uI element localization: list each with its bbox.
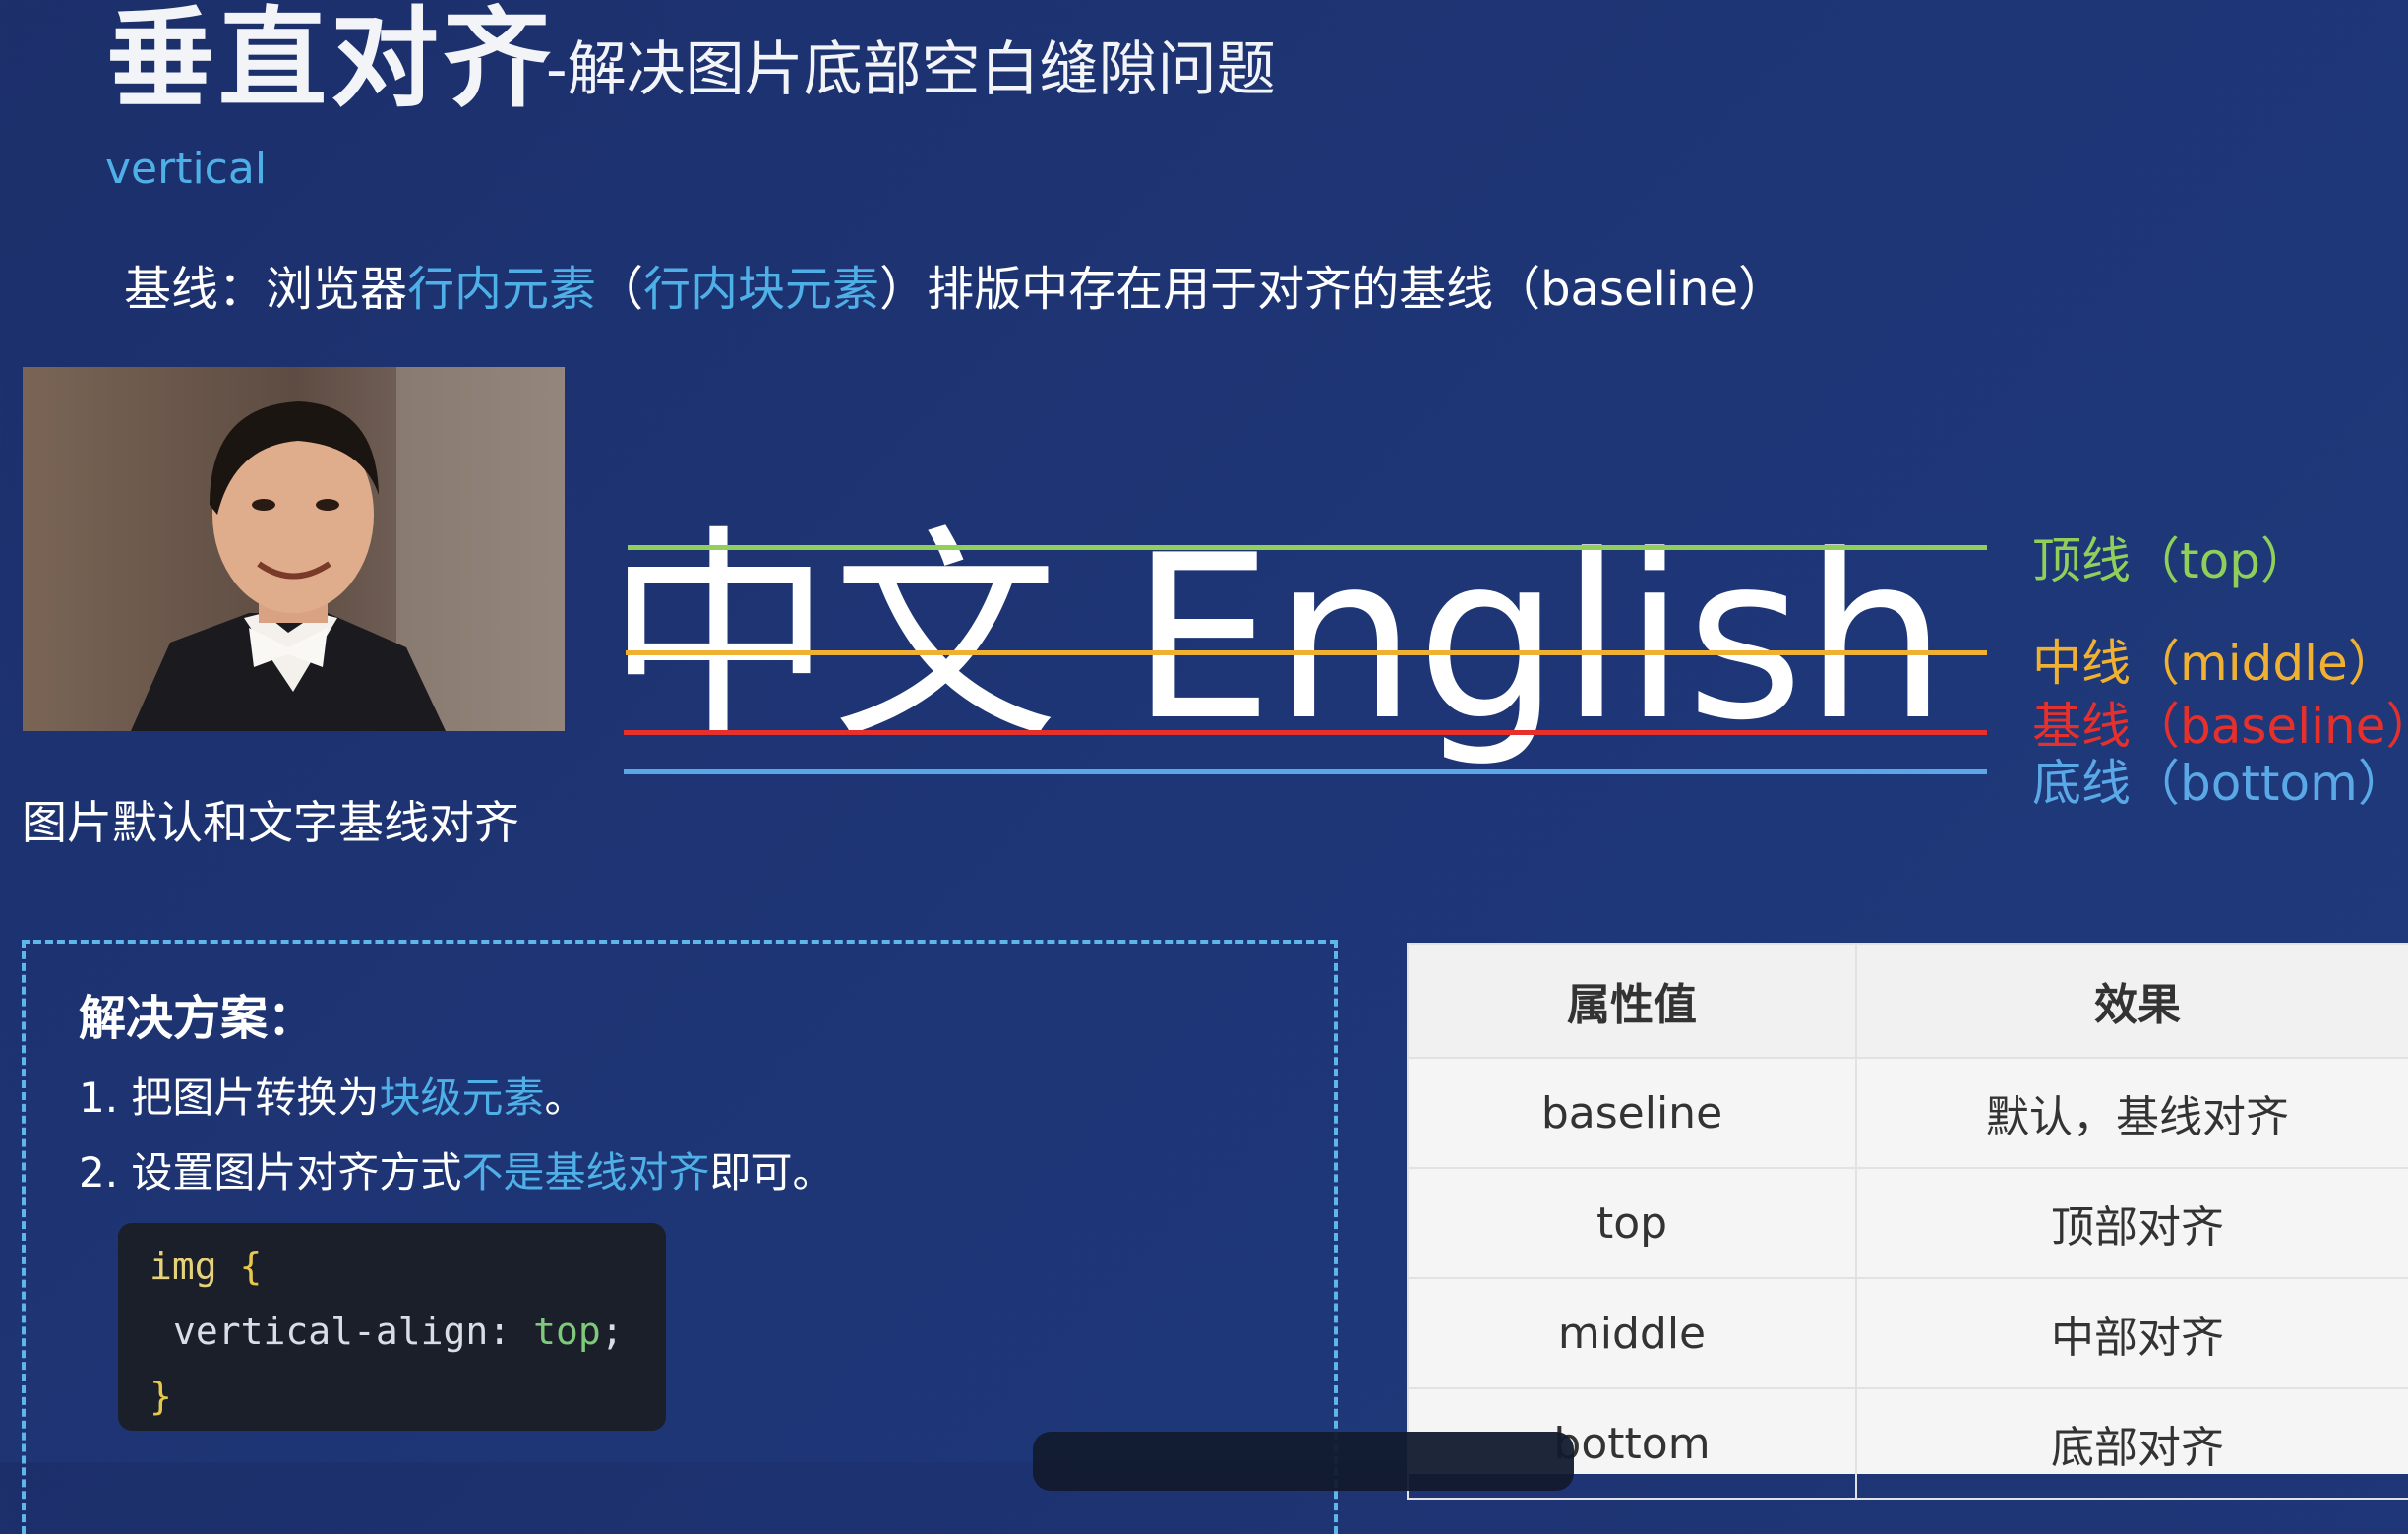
code-line-1: img { <box>150 1233 262 1300</box>
table-row: middle 中部对齐 <box>1407 1277 2408 1389</box>
step1-prefix: 1. 把图片转换为 <box>79 1074 380 1122</box>
baseline-definition: 基线：浏览器行内元素（行内块元素）排版中存在用于对齐的基线（baseline） <box>124 250 1785 319</box>
paren-open: （ <box>596 262 644 317</box>
property-name: vertical <box>105 144 268 194</box>
code-colon: : <box>488 1310 512 1353</box>
cell-effect: 中部对齐 <box>1855 1277 2408 1389</box>
baseline-line <box>624 730 1987 735</box>
portrait-photo <box>23 367 565 731</box>
step2-highlight: 不是基线对齐 <box>461 1148 710 1197</box>
header-property-value: 属性值 <box>1407 943 1857 1059</box>
step1-suffix: 。 <box>544 1074 586 1122</box>
code-line-3: } <box>150 1363 172 1430</box>
cell-value: middle <box>1407 1277 1857 1389</box>
top-line <box>628 545 1987 550</box>
step2-prefix: 2. 设置图片对齐方式 <box>79 1148 462 1197</box>
middle-line <box>626 650 1987 655</box>
table-row: baseline 默认，基线对齐 <box>1407 1057 2408 1169</box>
header-effect: 效果 <box>1855 943 2408 1059</box>
step2-suffix: 即可。 <box>709 1148 834 1197</box>
code-property: vertical-align <box>173 1310 489 1353</box>
label-top-line: 顶线（top） <box>2032 532 2310 589</box>
bottom-line <box>624 769 1987 774</box>
values-table: 属性值 效果 baseline 默认，基线对齐 top 顶部对齐 middle … <box>1407 943 2408 1500</box>
definition-suffix: ）排版中存在用于对齐的基线（baseline） <box>879 262 1786 317</box>
code-block: img { vertical-align: top; } <box>118 1223 666 1431</box>
label-bottom-line: 底线（bottom） <box>2032 755 2407 812</box>
label-middle-line: 中线（middle） <box>2032 635 2397 692</box>
code-semicolon: ; <box>600 1310 624 1353</box>
step1-highlight: 块级元素 <box>379 1074 545 1122</box>
video-subtitle-overlay <box>1033 1432 1574 1491</box>
term-inline-element: 行内元素 <box>407 262 597 317</box>
table-row: top 顶部对齐 <box>1407 1167 2408 1279</box>
solution-step-1: 1. 把图片转换为块级元素。 <box>79 1065 585 1125</box>
solution-title: 解决方案： <box>79 991 316 1046</box>
cell-value: baseline <box>1407 1057 1857 1169</box>
slide-subtitle: -解决图片底部空白缝隙问题 <box>546 35 1276 104</box>
code-open-brace: { <box>239 1245 263 1288</box>
code-line-2: vertical-align: top; <box>173 1298 624 1365</box>
code-value: top <box>533 1310 601 1353</box>
cell-effect: 默认，基线对齐 <box>1855 1057 2408 1169</box>
slide-title: 垂直对齐 <box>106 0 555 122</box>
alignment-demo: 中文 English <box>590 508 2007 807</box>
vertical-align-table: 属性值 效果 baseline 默认，基线对齐 top 顶部对齐 middle … <box>1407 943 2408 1500</box>
cell-value: top <box>1407 1167 1857 1279</box>
demo-text: 中文 English <box>606 508 1948 770</box>
code-close-brace: } <box>150 1375 172 1418</box>
photo-caption: 图片默认和文字基线对齐 <box>22 796 519 849</box>
term-inline-block-element: 行内块元素 <box>643 262 880 317</box>
definition-prefix: 基线：浏览器 <box>124 262 408 317</box>
cell-effect: 底部对齐 <box>1855 1387 2408 1500</box>
cell-effect: 顶部对齐 <box>1855 1167 2408 1279</box>
solution-step-2: 2. 设置图片对齐方式不是基线对齐即可。 <box>79 1139 833 1199</box>
code-selector: img <box>150 1245 217 1288</box>
table-header-row: 属性值 效果 <box>1407 943 2408 1059</box>
